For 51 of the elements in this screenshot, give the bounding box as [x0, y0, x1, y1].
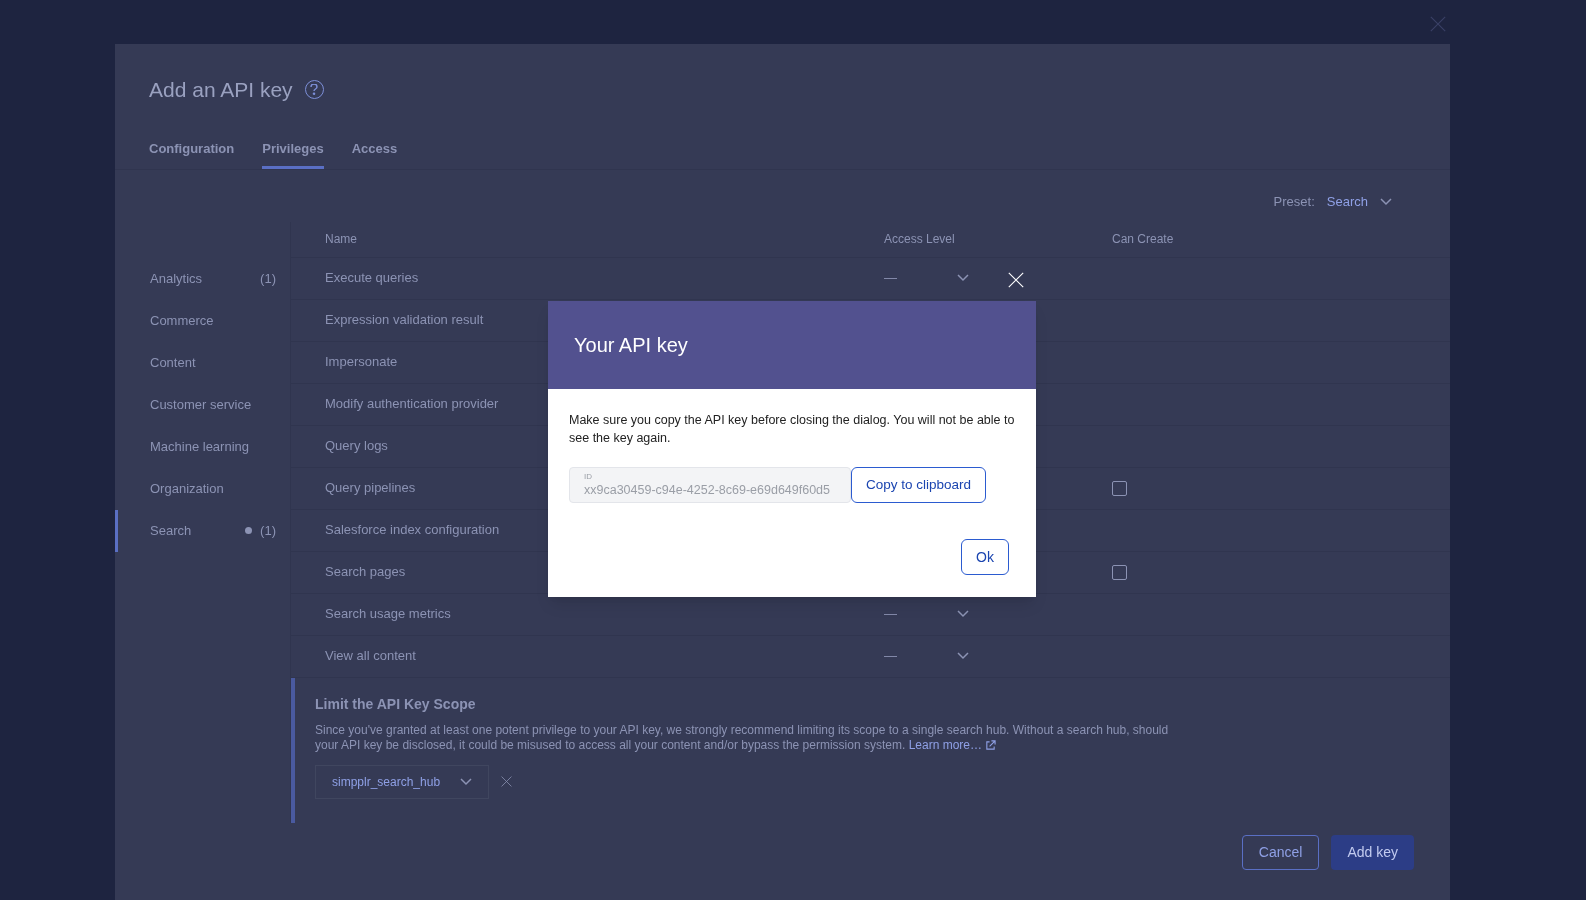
- category-item[interactable]: Analytics (1): [115, 257, 290, 300]
- column-header: Name: [324, 231, 358, 248]
- add-key-button[interactable]: Add key: [1331, 835, 1414, 870]
- column-header: Can Create: [1112, 231, 1174, 248]
- learn-more-link[interactable]: Learn more…: [908, 737, 982, 752]
- checkbox[interactable]: [1112, 564, 1127, 580]
- category-item[interactable]: Commerce: [115, 299, 290, 342]
- access-level-dropdown[interactable]: —: [884, 646, 969, 666]
- category-item[interactable]: Organization: [115, 467, 290, 510]
- table-cell: View all content: [325, 648, 416, 664]
- column-header: Access Level: [884, 231, 956, 248]
- cancel-button[interactable]: Cancel: [1241, 835, 1320, 870]
- table-cell: Impersonate: [325, 354, 398, 370]
- table-cell: Modify authentication provider: [325, 396, 499, 412]
- section-title: Limit the API Key Scope: [315, 694, 477, 714]
- table-cell: Query logs: [325, 438, 388, 454]
- table-cell: Query pipelines: [325, 480, 416, 496]
- checkbox[interactable]: [1112, 480, 1127, 496]
- scope-description: Since you've granted at least one potent privilege to your API key, we strongly recommend limiting its scope to a single search hub. Without a search hub, should your API key be disclosed, it could be misused to access all your content and/or bypass the permission system. Learn more…: [315, 722, 1170, 753]
- category-item[interactable]: Customer service: [115, 383, 290, 426]
- count-label: (1): [260, 269, 276, 288]
- tab[interactable]: Access: [351, 138, 398, 169]
- table-cell: Execute queries: [325, 270, 419, 286]
- tab[interactable]: Privileges: [262, 138, 324, 169]
- dialog-message: Make sure you copy the API key before closing the dialog. You will not be able to see the key again.: [569, 412, 1015, 447]
- preset-dropdown[interactable]: Preset: Search: [1265, 188, 1400, 216]
- category-item[interactable]: Content: [115, 341, 290, 384]
- chevron-down-icon: [957, 274, 969, 282]
- api-key-field[interactable]: ID xx9ca30459-c94e-4252-8c69-e69d649f60d5: [569, 467, 851, 503]
- chevron-down-icon: [957, 652, 969, 660]
- field-value: xx9ca30459-c94e-4252-8c69-e69d649f60d5: [584, 482, 832, 498]
- panel-title: Add an API key: [149, 77, 293, 103]
- search-hub-dropdown[interactable]: simpplr_search_hub: [315, 764, 490, 799]
- table-cell: Salesforce index configuration: [325, 522, 500, 538]
- category-item[interactable]: Search (1): [115, 509, 290, 552]
- chevron-down-icon: [957, 610, 969, 618]
- field-label: ID: [584, 472, 593, 482]
- ok-button[interactable]: Ok: [961, 539, 1009, 575]
- chevron-down-icon: [1380, 197, 1392, 206]
- count-label: (1): [260, 521, 276, 540]
- category-item[interactable]: Machine learning: [115, 425, 290, 468]
- tab[interactable]: Configuration: [149, 138, 235, 169]
- copy-button[interactable]: Copy to clipboard: [851, 467, 987, 503]
- dialog-title: Your API key: [574, 333, 688, 358]
- chevron-down-icon: [460, 777, 473, 786]
- table-cell: Expression validation result: [325, 312, 484, 328]
- table-cell: Search pages: [325, 564, 406, 580]
- access-level-dropdown[interactable]: —: [884, 604, 969, 624]
- external-link-icon: [985, 739, 997, 751]
- access-level-dropdown[interactable]: —: [884, 268, 969, 288]
- table-cell: Search usage metrics: [325, 606, 451, 622]
